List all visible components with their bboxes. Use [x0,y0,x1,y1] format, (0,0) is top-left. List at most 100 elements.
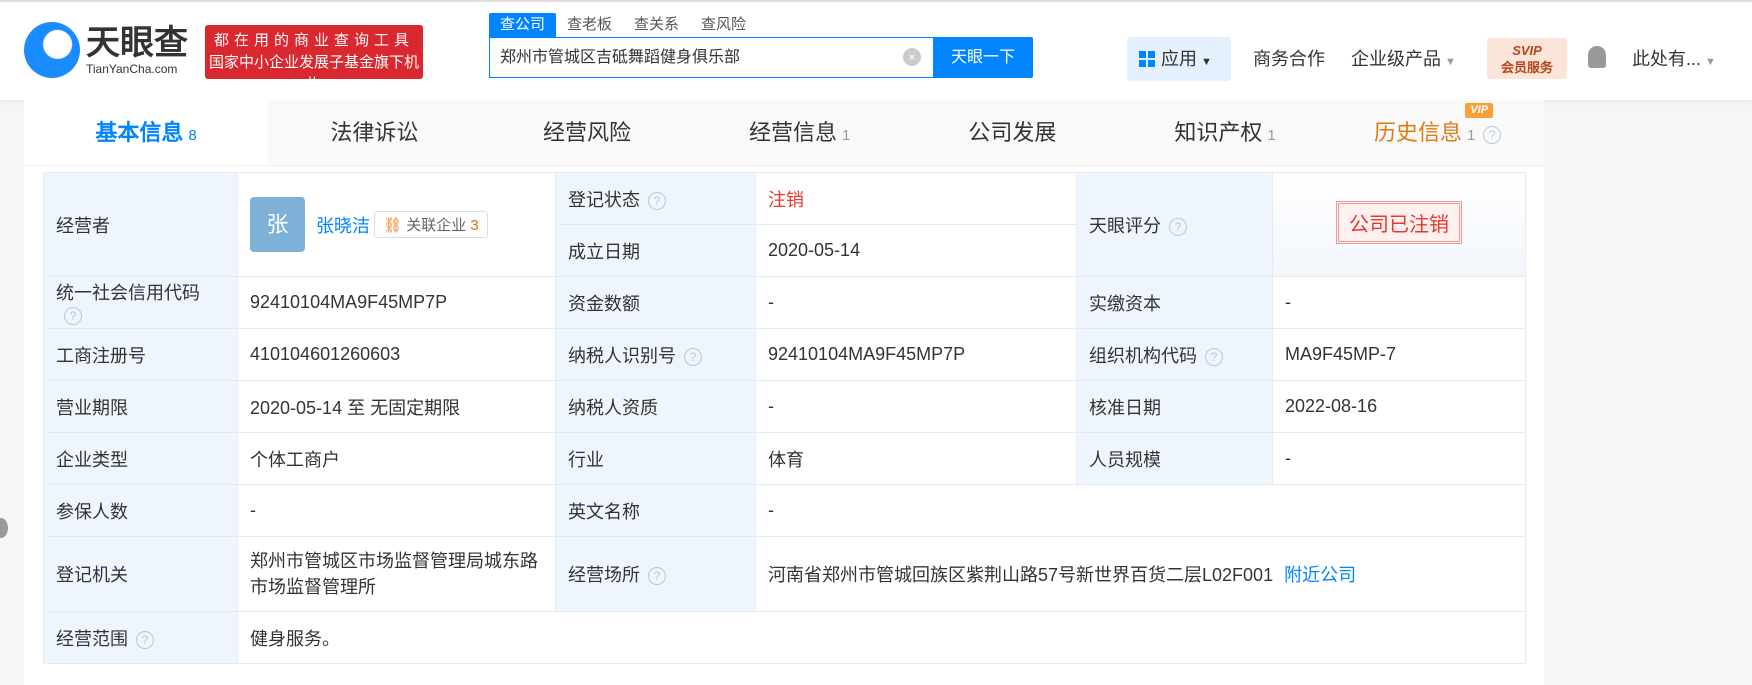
search-tab-relation[interactable]: 查关系 [623,13,690,37]
member-service-label: 会员服务 [1500,60,1553,75]
business-link[interactable]: 商务合作 [1253,37,1325,81]
help-icon[interactable]: ? [1483,126,1502,144]
authority-value: 郑州市管城区市场监督管理局城东路市场监督管理所 [237,536,556,612]
help-icon[interactable]: ? [1205,347,1223,366]
tax-id-label: 纳税人识别号? [555,328,756,381]
tab-count: 8 [188,127,197,144]
capital-label: 资金数额 [555,276,756,329]
app-menu[interactable]: 应用 ▼ [1127,37,1231,81]
reg-no-label: 工商注册号 [43,328,238,381]
label-text: 经营范围 [56,628,128,649]
tab-count: 1 [1267,127,1276,144]
founded-label: 成立日期 [555,224,756,277]
logo-icon [24,22,80,78]
enterprise-menu[interactable]: 企业级产品 ▼ [1351,37,1456,81]
deregistered-stamp: 公司已注销 [1336,201,1462,244]
capital-value: - [755,276,1077,329]
address-value: 河南省郑州市管城回族区紫荆山路57号新世界百货二层L02F001 [768,565,1274,585]
help-icon[interactable]: ? [684,347,702,366]
tab-ip[interactable]: 知识产权 1 [1119,100,1332,165]
relation-icon: ⛓ [383,217,403,234]
tab-history[interactable]: VIP 历史信息 1? [1331,100,1544,165]
search-button[interactable]: 天眼一下 [933,37,1033,78]
svip-label: SVIP [1512,43,1542,58]
tab-label: 法律诉讼 [330,120,419,145]
scroll-handle[interactable] [0,518,8,538]
industry-value: 体育 [755,432,1077,485]
user-menu[interactable]: 此处有... ▼ [1632,37,1716,81]
logo[interactable]: 天眼查 TianYanCha.com [24,22,188,78]
tab-legal[interactable]: 法律诉讼 [268,100,481,165]
tax-id-value: 92410104MA9F45MP7P [755,328,1077,381]
related-label: 关联企业 [406,217,467,234]
chevron-down-icon: ▼ [1445,56,1456,68]
taxpayer-label: 纳税人资质 [555,380,756,433]
search-tab-company[interactable]: 查公司 [489,13,557,37]
status-label: 登记状态? [555,172,756,225]
chevron-down-icon: ▼ [1705,56,1716,68]
term-label: 营业期限 [43,380,238,433]
search-type-tabs: 查公司 查老板 查关系 查风险 [489,13,757,37]
apps-grid-icon [1139,51,1155,67]
score-label: 天眼评分? [1076,172,1273,277]
app-label: 应用 [1161,49,1197,69]
address-cell: 河南省郑州市管城回族区紫荆山路57号新世界百货二层L02F001 附近公司 [755,536,1526,612]
tab-count: 1 [842,127,851,144]
staff-value: - [1272,432,1526,485]
tab-label: 经营风险 [543,120,632,145]
top-header: 天眼查 TianYanCha.com 都在用的商业查询工具 国家中小企业发展子基… [0,0,1752,100]
help-icon[interactable]: ? [136,630,154,649]
user-name: 此处有... [1632,49,1702,69]
tab-risk[interactable]: 经营风险 [481,100,694,165]
operator-cell: 张 张晓洁 ⛓ 关联企业 3 [237,172,556,277]
insured-label: 参保人数 [43,484,238,537]
paid-capital-value: - [1272,276,1526,329]
slogan-banner[interactable]: 都在用的商业查询工具 国家中小企业发展子基金旗下机构 [205,25,423,93]
basic-info-table: 经营者 张 张晓洁 ⛓ 关联企业 3 登记状态? 注销 天眼评分? 公司已注销 成… [43,172,1526,664]
tab-basic-info[interactable]: 基本信息 8 [24,100,268,165]
logo-domain: TianYanCha.com [86,62,178,76]
insured-value: - [237,484,556,537]
staff-label: 人员规模 [1076,432,1273,485]
approve-date-value: 2022-08-16 [1272,380,1526,433]
tab-label: 经营信息 [749,120,838,145]
avatar: 张 [250,197,305,252]
tab-count: 1 [1467,127,1476,144]
slogan-line-2: 国家中小企业发展子基金旗下机构 [208,54,419,93]
search-input[interactable]: 郑州市管城区吉砥舞蹈健身俱乐部 × [489,37,933,78]
clear-icon[interactable]: × [903,48,921,66]
approve-date-label: 核准日期 [1076,380,1273,433]
type-label: 企业类型 [43,432,238,485]
svip-button[interactable]: SVIP 会员服务 [1487,38,1567,79]
search-tab-risk[interactable]: 查风险 [690,13,757,37]
credit-code-label: 统一社会信用代码? [43,276,238,329]
related-count: 3 [470,217,479,234]
search-tab-boss[interactable]: 查老板 [556,13,623,37]
nearby-companies-link[interactable]: 附近公司 [1284,565,1356,585]
help-icon[interactable]: ? [648,567,666,585]
label-text: 纳税人识别号 [568,345,676,366]
help-icon[interactable]: ? [648,191,666,210]
help-icon[interactable]: ? [1169,217,1187,236]
help-icon[interactable]: ? [64,307,82,325]
type-value: 个体工商户 [237,432,556,485]
slogan-line-1: 都在用的商业查询工具 [213,32,414,49]
tab-label: 知识产权 [1174,120,1263,145]
enterprise-label: 企业级产品 [1351,49,1441,69]
search-value: 郑州市管城区吉砥舞蹈健身俱乐部 [500,49,741,66]
tab-operation[interactable]: 经营信息 1 [693,100,906,165]
vip-badge: VIP [1465,103,1494,118]
related-companies-button[interactable]: ⛓ 关联企业 3 [374,211,488,238]
org-code-label: 组织机构代码? [1076,328,1273,381]
english-name-label: 英文名称 [555,484,756,537]
bell-icon[interactable] [1588,46,1606,68]
score-cell: 公司已注销 [1272,172,1526,277]
industry-label: 行业 [555,432,756,485]
operator-name-link[interactable]: 张晓洁 [316,216,370,236]
scope-label: 经营范围? [43,611,238,664]
taxpayer-value: - [755,380,1077,433]
english-name-value: - [755,484,1526,537]
paid-capital-label: 实缴资本 [1076,276,1273,329]
term-value: 2020-05-14 至 无固定期限 [237,380,556,433]
tab-development[interactable]: 公司发展 [906,100,1119,165]
